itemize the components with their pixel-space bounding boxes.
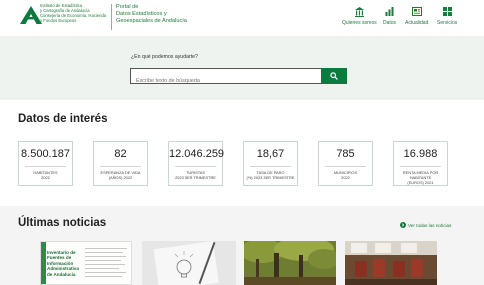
- stat-divider: [250, 166, 291, 167]
- stat-label: RENTA MEDIA POR HABITANTE (EUROS) 2021: [396, 170, 445, 185]
- site-header: Instituto de Estadística y Cartografía d…: [0, 0, 484, 36]
- nav-label: Actualidad: [405, 20, 429, 26]
- stat-value: 82: [114, 148, 127, 160]
- stat-label-line: 2022: [41, 175, 50, 180]
- stat-divider: [100, 166, 141, 167]
- stat-card-renta-media[interactable]: 16.988 RENTA MEDIA POR HABITANTE (EUROS)…: [393, 141, 448, 186]
- header-divider: [111, 4, 112, 30]
- stat-card-habitantes[interactable]: 8.500.187 HABITANTES 2022: [18, 141, 73, 186]
- chart-icon: [385, 6, 394, 17]
- document-text-lines: [85, 248, 127, 277]
- document-cover-line: de Andalucía: [47, 271, 76, 277]
- stat-label-line: (EUROS) 2021: [407, 180, 434, 185]
- forest-image: [244, 241, 336, 285]
- nav-label: Datos: [383, 20, 397, 26]
- building-icon: [354, 6, 364, 17]
- portal-line: Datos Estadísticos y: [116, 10, 167, 17]
- nav-label: Servicios: [437, 20, 458, 26]
- stat-label: MUNICIPIOS 2022: [321, 170, 370, 180]
- stat-label-line: (AÑOS) 2022: [108, 175, 133, 180]
- search-icon: [330, 72, 338, 80]
- portal-title[interactable]: Portal de Datos Estadísticos y Geoespaci…: [116, 4, 187, 24]
- portal-line: Geoespaciales de Andalucía: [116, 17, 187, 24]
- stat-value: 8.500.187: [21, 148, 70, 160]
- stat-label: TASA DE PARO (%) 2023 3ER TRIMESTRE: [246, 170, 295, 180]
- institution-line: y Fondos Europeos: [40, 17, 77, 23]
- stat-value: 18,67: [256, 148, 285, 160]
- stat-label: HABITANTES 2022: [21, 170, 70, 180]
- stat-divider: [175, 166, 216, 167]
- news-thumbnail-notebook[interactable]: [142, 241, 236, 285]
- portal-line: Portal de: [116, 4, 139, 10]
- news-icon: [411, 6, 422, 17]
- stat-label-line: RENTA MEDIA POR HABITANTE: [402, 170, 439, 180]
- news-thumbnail-inventario[interactable]: Inventario de Fuentes de Información Adm…: [40, 241, 132, 285]
- nav-datos[interactable]: Datos: [383, 6, 396, 26]
- see-all-news-label: Ver todas las noticias: [408, 222, 452, 228]
- stat-card-municipios[interactable]: 785 MUNICIPIOS 2022: [318, 141, 373, 186]
- stat-value: 785: [336, 148, 355, 160]
- nav-label: Quienes somos: [342, 20, 377, 26]
- search-input[interactable]: [131, 74, 321, 88]
- search-field-wrapper: [130, 68, 321, 88]
- search-prompt: ¿En qué podemos ayudarte?: [131, 54, 198, 60]
- stat-label-line: 2022: [341, 175, 350, 180]
- stat-label: TURISTAS 2023 3ER TRIMESTRE: [171, 170, 220, 180]
- stat-divider: [325, 166, 366, 167]
- datos-section-title: Datos de interés: [18, 113, 108, 125]
- stat-value: 12.046.259: [169, 148, 225, 160]
- institution-name[interactable]: Instituto de Estadística y Cartografía d…: [18, 3, 110, 24]
- stat-label-line: 2023 3ER TRIMESTRE: [175, 175, 216, 180]
- see-all-news-link[interactable]: Ver todas las noticias: [400, 222, 451, 228]
- nav-actualidad[interactable]: Actualidad: [405, 6, 428, 26]
- news-thumbnail-forest[interactable]: [244, 241, 336, 285]
- grid-icon: [442, 6, 452, 17]
- news-thumbnail-hall[interactable]: [345, 241, 437, 285]
- document-green-bar: [41, 242, 46, 284]
- news-section-title: Últimas noticias: [18, 217, 107, 229]
- stat-value: 16.988: [403, 148, 438, 160]
- stat-label-line: (%) 2023 3ER TRIMESTRE: [246, 175, 295, 180]
- stat-label: ESPERANZA DE VIDA (AÑOS) 2022: [96, 170, 145, 180]
- stat-card-turistas[interactable]: 12.046.259 TURISTAS 2023 3ER TRIMESTRE: [168, 141, 225, 186]
- meeting-hall-image: [345, 241, 437, 285]
- stat-divider: [25, 166, 66, 167]
- stat-divider: [400, 166, 441, 167]
- stat-card-esperanza-vida[interactable]: 82 ESPERANZA DE VIDA (AÑOS) 2022: [93, 141, 148, 186]
- search-button[interactable]: [321, 68, 347, 84]
- document-cover-line: Administrativa: [47, 266, 79, 272]
- arrow-circle-icon: [400, 222, 406, 228]
- nav-quienes-somos[interactable]: Quienes somos: [342, 6, 377, 26]
- document-cover-title: Inventario de Fuentes de Información Adm…: [47, 250, 79, 277]
- notebook-lightbulb-image: [142, 241, 236, 285]
- stat-card-tasa-paro[interactable]: 18,67 TASA DE PARO (%) 2023 3ER TRIMESTR…: [243, 141, 298, 186]
- nav-servicios[interactable]: Servicios: [437, 6, 457, 26]
